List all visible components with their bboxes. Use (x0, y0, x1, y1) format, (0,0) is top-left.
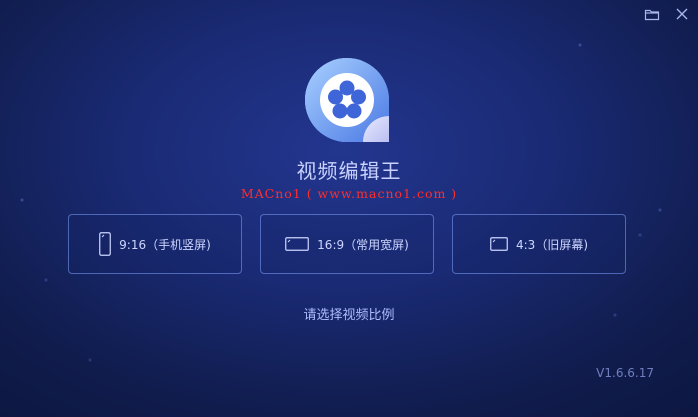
select-ratio-prompt: 请选择视频比例 (303, 308, 395, 323)
ratio-16-9-button[interactable]: 16:9（常用宽屏) (260, 214, 434, 274)
ratio-label: 4:3（旧屏幕) (516, 237, 588, 252)
ratio-4-3-button[interactable]: 4:3（旧屏幕) (452, 214, 626, 274)
version-label: V1.6.6.17 (596, 366, 654, 380)
window-controls (644, 6, 690, 22)
watermark-text: MACno1 ( www.macno1.com ) (240, 186, 458, 201)
ratio-label: 16:9（常用宽屏) (317, 237, 409, 252)
old-screen-icon (490, 237, 508, 251)
ratio-9-16-button[interactable]: 9:16（手机竖屏) (68, 214, 242, 274)
close-icon[interactable] (674, 6, 690, 22)
folder-icon[interactable] (644, 6, 660, 22)
aspect-ratio-options: 9:16（手机竖屏) 16:9（常用宽屏) 4:3（旧屏幕) (68, 214, 626, 274)
ratio-label: 9:16（手机竖屏) (119, 237, 211, 252)
portrait-phone-icon (99, 232, 112, 256)
app-logo (305, 58, 389, 142)
widescreen-icon (285, 237, 310, 251)
app-title: 视频编辑王 (296, 159, 402, 183)
